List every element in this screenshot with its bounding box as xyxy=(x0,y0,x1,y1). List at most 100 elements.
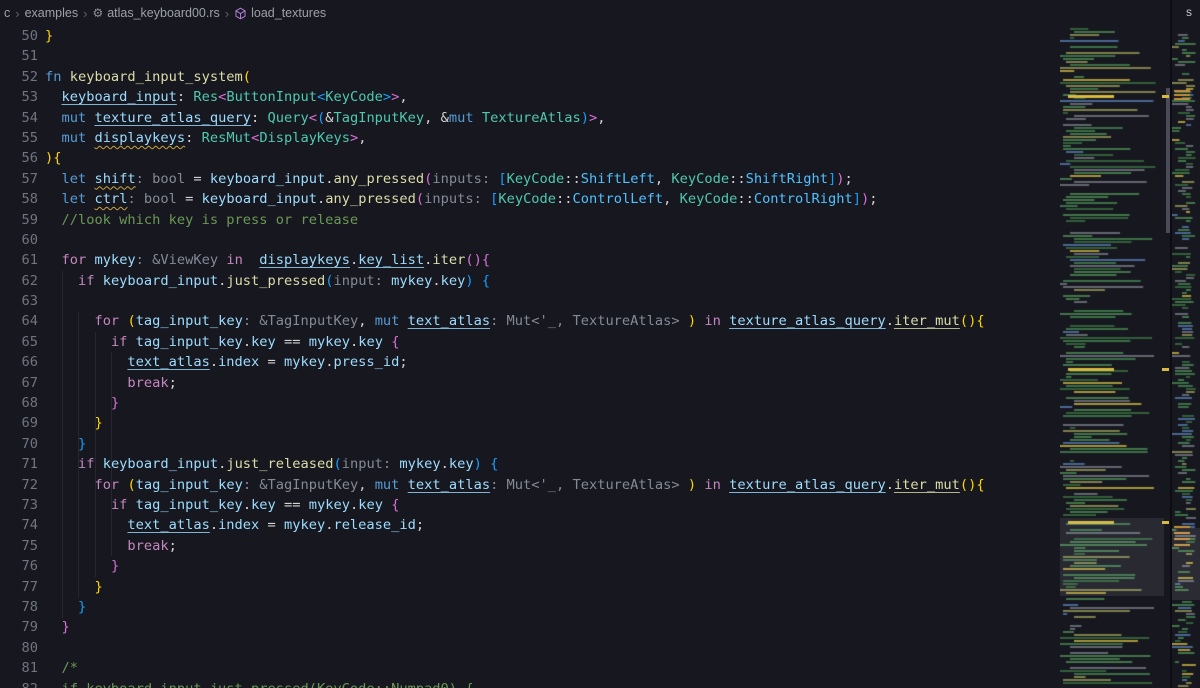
code-line[interactable]: 80 xyxy=(0,638,1030,658)
rust-file-icon: ⚙ xyxy=(92,6,104,20)
editor-group-secondary[interactable]: s xyxy=(1172,0,1200,688)
breadcrumb-item-c[interactable]: c xyxy=(4,6,10,20)
line-number[interactable]: 82 xyxy=(0,679,38,688)
warning-marker xyxy=(1162,95,1169,98)
code-line[interactable]: 77 } xyxy=(0,577,1030,597)
line-number[interactable]: 64 xyxy=(0,311,38,331)
line-content: if tag_input_key.key == mykey.key { xyxy=(110,333,400,350)
line-content: mut texture_atlas_query: Query<(&TagInpu… xyxy=(61,109,606,126)
breadcrumb-item-examples[interactable]: examples xyxy=(25,6,79,20)
line-number[interactable]: 73 xyxy=(0,495,38,515)
line-content xyxy=(38,291,45,311)
code-line[interactable]: 63 xyxy=(0,291,1030,311)
line-number[interactable]: 81 xyxy=(0,658,38,678)
line-number[interactable]: 50 xyxy=(0,26,38,46)
line-content xyxy=(38,638,45,658)
breadcrumb-label: load_textures xyxy=(251,6,327,20)
line-content xyxy=(38,230,45,250)
code-line[interactable]: 54 mut texture_atlas_query: Query<(&TagI… xyxy=(0,108,1030,128)
line-content: if tag_input_key.key == mykey.key { xyxy=(110,496,400,513)
line-number[interactable]: 75 xyxy=(0,536,38,556)
line-number[interactable]: 66 xyxy=(0,352,38,372)
line-number[interactable]: 62 xyxy=(0,271,38,291)
breadcrumb-label: examples xyxy=(24,6,79,20)
code-line[interactable]: 73 if tag_input_key.key == mykey.key { xyxy=(0,495,1030,515)
line-number[interactable]: 80 xyxy=(0,638,38,658)
line-content: /* xyxy=(61,660,78,677)
breadcrumb-separator: › xyxy=(15,5,20,21)
symbol-method-icon xyxy=(234,7,247,20)
code-line[interactable]: 76 } xyxy=(0,556,1030,576)
line-number[interactable]: 78 xyxy=(0,597,38,617)
line-number[interactable]: 67 xyxy=(0,373,38,393)
code-line[interactable]: 51 xyxy=(0,46,1030,66)
line-number[interactable]: 65 xyxy=(0,332,38,352)
line-number[interactable]: 74 xyxy=(0,515,38,535)
code-line[interactable]: 74 text_atlas.index = mykey.release_id; xyxy=(0,515,1030,535)
code-line[interactable]: 82 if keyboard_input.just_pressed(KeyCod… xyxy=(0,679,1030,688)
code-line[interactable]: 78 } xyxy=(0,597,1030,617)
code-line[interactable]: 71 if keyboard_input.just_released(input… xyxy=(0,454,1030,474)
minimap[interactable] xyxy=(1060,26,1170,688)
line-number[interactable]: 56 xyxy=(0,148,38,168)
line-content: if keyboard_input.just_released(input: m… xyxy=(77,456,499,473)
line-number[interactable]: 68 xyxy=(0,393,38,413)
scrollbar-thumb[interactable] xyxy=(1166,88,1170,233)
warning-marker xyxy=(1162,521,1169,524)
line-number[interactable]: 58 xyxy=(0,189,38,209)
code-line[interactable]: 52 fn keyboard_input_system( xyxy=(0,67,1030,87)
code-line[interactable]: 70 } xyxy=(0,434,1030,454)
line-number[interactable]: 60 xyxy=(0,230,38,250)
line-number[interactable]: 63 xyxy=(0,291,38,311)
code-line[interactable]: 81 /* xyxy=(0,658,1030,678)
code-line[interactable]: 61 for mykey: &ViewKey in displaykeys.ke… xyxy=(0,250,1030,270)
line-number[interactable]: 52 xyxy=(0,67,38,87)
indent-guide xyxy=(61,270,63,618)
breadcrumb-item-load_textures[interactable]: load_textures xyxy=(234,6,326,20)
line-number[interactable]: 55 xyxy=(0,128,38,148)
line-number[interactable]: 72 xyxy=(0,475,38,495)
line-number[interactable]: 59 xyxy=(0,210,38,230)
line-number[interactable]: 51 xyxy=(0,46,38,66)
line-content: } xyxy=(94,415,103,432)
line-content xyxy=(38,46,45,66)
code-line[interactable]: 55 mut displaykeys: ResMut<DisplayKeys>, xyxy=(0,128,1030,148)
minimap-slider[interactable] xyxy=(1060,518,1164,596)
line-content: let ctrl: bool = keyboard_input.any_pres… xyxy=(61,191,878,208)
code-line[interactable]: 58 let ctrl: bool = keyboard_input.any_p… xyxy=(0,189,1030,209)
indent-guide xyxy=(78,311,79,598)
line-content: ){ xyxy=(45,150,62,167)
breadcrumb-item-atlas_keyboard00.rs[interactable]: ⚙ atlas_keyboard00.rs xyxy=(92,6,219,20)
code-line[interactable]: 64 for (tag_input_key: &TagInputKey, mut… xyxy=(0,311,1030,331)
code-line[interactable]: 67 break; xyxy=(0,373,1030,393)
code-line[interactable]: 59 //look which key is press or release xyxy=(0,210,1030,230)
breadcrumb-separator: › xyxy=(83,5,88,21)
code-line[interactable]: 65 if tag_input_key.key == mykey.key { xyxy=(0,332,1030,352)
code-editor[interactable]: 50} 51 52 fn keyboard_input_system(53 keybo… xyxy=(0,26,1170,688)
breadcrumb: c › examples › ⚙ atlas_keyboard00.rs › load_tex… xyxy=(0,0,1170,26)
code-line[interactable]: 60 xyxy=(0,230,1030,250)
line-number[interactable]: 71 xyxy=(0,454,38,474)
code-line[interactable]: 57 let shift: bool = keyboard_input.any_… xyxy=(0,169,1030,189)
code-line[interactable]: 53 keyboard_input: Res<ButtonInput<KeyCo… xyxy=(0,87,1030,107)
line-number[interactable]: 70 xyxy=(0,434,38,454)
line-number[interactable]: 77 xyxy=(0,577,38,597)
code-line[interactable]: 79 } xyxy=(0,617,1030,637)
vscode-window: c › examples › ⚙ atlas_keyboard00.rs › load_tex… xyxy=(0,0,1200,688)
code-line[interactable]: 68 } xyxy=(0,393,1030,413)
line-number[interactable]: 69 xyxy=(0,413,38,433)
code-line[interactable]: 56 ){ xyxy=(0,148,1030,168)
code-line[interactable]: 50} xyxy=(0,26,1030,46)
line-number[interactable]: 53 xyxy=(0,87,38,107)
code-line[interactable]: 66 text_atlas.index = mykey.press_id; xyxy=(0,352,1030,372)
code-line[interactable]: 75 break; xyxy=(0,536,1030,556)
line-number[interactable]: 76 xyxy=(0,556,38,576)
code-line[interactable]: 69 } xyxy=(0,413,1030,433)
line-number[interactable]: 54 xyxy=(0,108,38,128)
code-area[interactable]: 50} 51 52 fn keyboard_input_system(53 keybo… xyxy=(0,26,1030,688)
line-number[interactable]: 79 xyxy=(0,617,38,637)
line-number[interactable]: 57 xyxy=(0,169,38,189)
line-number[interactable]: 61 xyxy=(0,250,38,270)
code-line[interactable]: 72 for (tag_input_key: &TagInputKey, mut… xyxy=(0,475,1030,495)
code-line[interactable]: 62 if keyboard_input.just_pressed(input:… xyxy=(0,271,1030,291)
